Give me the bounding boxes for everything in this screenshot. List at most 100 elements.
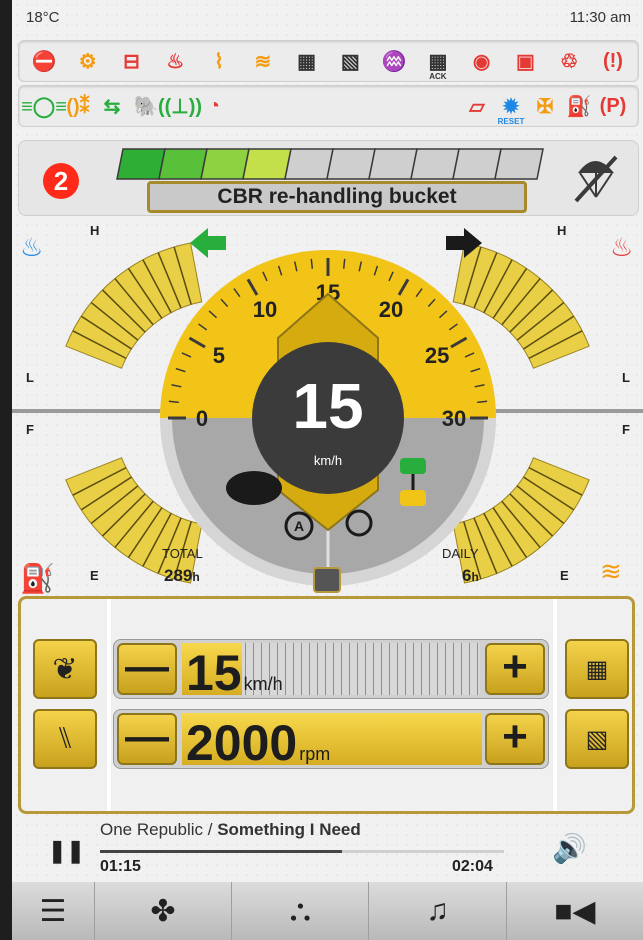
battery-icon: ⊟ — [123, 50, 140, 73]
engine-rpm-minus-button[interactable]: — — [117, 713, 177, 765]
speed-limit-stepper: 15 km/h — + — [113, 639, 549, 699]
status-bar: 18°C 11:30 am — [12, 0, 643, 36]
dpf-icon: ▦ — [297, 50, 317, 73]
seat-icon: ⑊ — [56, 722, 74, 755]
transmission-icon: ♲ — [560, 50, 579, 73]
media-progress-track[interactable] — [100, 850, 504, 853]
mode-level-segment — [242, 148, 292, 180]
climate-button[interactable]: ✤ — [95, 882, 233, 940]
total-hours-label: TOTAL — [162, 546, 203, 561]
oil-temp-high-label: H — [90, 223, 99, 238]
camera-button[interactable]: ■◀ — [507, 882, 643, 940]
control-panel: ❦ ⑊ ▦ ▧ 15 km/h — + 2000 rpm — + — [18, 596, 635, 814]
turn-left-indicator-icon — [190, 228, 226, 258]
gear-badge: 2 — [43, 163, 79, 199]
fuel-low-icon: ⛽ — [566, 95, 592, 118]
dial-tick-label: 5 — [213, 343, 225, 368]
engine-stop-icon: ⛔ — [31, 50, 57, 73]
door-open-icon: ▱ — [469, 95, 485, 118]
radio-icon: ((⊥)) — [157, 95, 203, 118]
network-button[interactable]: ⛬ — [232, 882, 370, 940]
fuel-icon: ⛽ — [20, 562, 55, 595]
dial-tick-label: 20 — [379, 297, 403, 322]
work-mode-label: CBR re-handling bucket — [147, 181, 527, 213]
mode-level-segment — [410, 148, 460, 180]
engine-check-icon: ⚙ — [78, 50, 97, 73]
media-progress-fill — [100, 850, 343, 853]
oil-pressure-icon: ♨ — [166, 50, 185, 73]
fan-icon: ✤ — [150, 894, 176, 928]
speed-limit-minus-button[interactable]: — — [117, 643, 177, 695]
eco-mode-button[interactable]: ❦ — [33, 639, 97, 699]
media-player: ❚❚ One Republic / Something I Need 01:15… — [12, 814, 643, 882]
volume-icon[interactable]: 🔊 — [552, 832, 587, 865]
rear-axle-icon — [400, 490, 426, 506]
hydraulic-filter-icon: ▣ — [515, 50, 535, 73]
fuel-empty-label: E — [90, 568, 99, 583]
fuel-pump-center-icon — [313, 567, 341, 593]
glow-plug-icon: ⌇ — [214, 50, 224, 73]
dpf-off-icon: ▧ — [585, 725, 609, 753]
speed-unit: km/h — [314, 453, 342, 468]
svg-text:A: A — [294, 518, 304, 534]
gauge-cluster: 0 5 10 15 20 25 30 15 km/h A TOTAL 289h DAILY … — [12, 218, 643, 598]
right-rail — [553, 599, 557, 811]
exhaust-temp-icon: ♒ — [381, 50, 407, 73]
menu-button[interactable]: ☰ — [12, 882, 95, 940]
menu-icon: ☰ — [39, 894, 67, 928]
dial-tick — [168, 400, 179, 404]
coolant-level-icon: ≋ — [254, 50, 272, 73]
adblue-full-label: F — [622, 422, 630, 437]
artist-name: One Republic — [100, 820, 204, 839]
dpf-regen-button[interactable]: ▦ — [565, 639, 629, 699]
engine-rpm-plus-button[interactable]: + — [485, 713, 545, 765]
mode-level-segment — [452, 148, 502, 180]
speed-readout: 15 — [292, 370, 363, 442]
adblue-empty-label: E — [560, 568, 569, 583]
elapsed-time: 01:15 — [100, 858, 141, 875]
dial-tick — [477, 400, 488, 404]
network-icon: ⛬ — [289, 894, 311, 927]
service-reset-icon-caption: RESET — [497, 117, 525, 126]
coolant-temp-high-label: H — [557, 223, 566, 238]
dashboard-screen: 18°C 11:30 am ⛔ ⚙ ⊟ ♨ ⌇ ≋ ▦ ▧ ♒ ▦ ACK ◉ ▣ ♲ (!) ≡◯≡ ()⁑… — [12, 0, 643, 940]
parachute-off-icon[interactable] — [570, 153, 620, 215]
now-playing: One Republic / Something I Need — [100, 820, 361, 839]
seat-mode-button[interactable]: ⑊ — [33, 709, 97, 769]
dial-tick — [342, 258, 346, 269]
camera-icon: ■◀ — [554, 894, 596, 928]
mode-level-segment — [158, 148, 208, 180]
mode-level-bar — [116, 148, 544, 180]
front-axle-icon — [400, 458, 426, 474]
dial-tick-label: 25 — [425, 343, 449, 368]
speed-limit-value: 15 km/h — [186, 645, 283, 699]
dpf-inhibit-button[interactable]: ▧ — [565, 709, 629, 769]
daily-hours-label: DAILY — [442, 546, 479, 561]
work-mode-bar[interactable]: 2 CBR re-handling bucket — [18, 140, 639, 216]
leaf-icon: ❦ — [52, 652, 78, 686]
dpf-icon: ▦ — [585, 655, 609, 683]
engine-rpm-value: 2000 rpm — [186, 715, 331, 769]
gauge-cluster-graphic: 051015202530 15 km/h A TOTAL 289h DAILY … — [12, 223, 643, 595]
speed-limit-plus-button[interactable]: + — [485, 643, 545, 695]
service-reset-icon: ✹ RESET — [497, 95, 525, 127]
warning-lights-right-group: ▱ ✹ RESET ✠ ⛽ (P) — [460, 91, 630, 127]
warning-lights-left-group: ≡◯≡ ()⁑ ⇆ 🐘 ((⊥)) ◔ — [21, 91, 231, 121]
coolant-temp-low-label: L — [622, 370, 630, 385]
mode-level-segment — [284, 148, 334, 180]
dial-tick — [310, 258, 314, 269]
fuel-full-label: F — [26, 422, 34, 437]
oil-temperature-icon: ♨ — [20, 233, 43, 263]
hydraulic-oil-icon: ◉ — [472, 50, 491, 73]
warning-lights-row-2: ≡◯≡ ()⁑ ⇆ 🐘 ((⊥)) ◔ ▱ ✹ RESET ✠ ⛽ (P) — [18, 85, 639, 127]
turtle-mode-icon — [226, 471, 282, 505]
outside-temperature: 18°C — [26, 9, 60, 26]
media-phone-button[interactable]: ♫ — [369, 882, 507, 940]
dial-tick-label: 10 — [253, 297, 277, 322]
track-title: Something I Need — [217, 820, 361, 839]
adblue-icon: ≋ — [600, 557, 622, 587]
pause-button[interactable]: ❚❚ — [48, 838, 85, 864]
engine-rpm-stepper: 2000 rpm — + — [113, 709, 549, 769]
warning-lights-row-1: ⛔ ⚙ ⊟ ♨ ⌇ ≋ ▦ ▧ ♒ ▦ ACK ◉ ▣ ♲ (!) — [18, 40, 639, 82]
mode-level-segment — [494, 148, 544, 180]
